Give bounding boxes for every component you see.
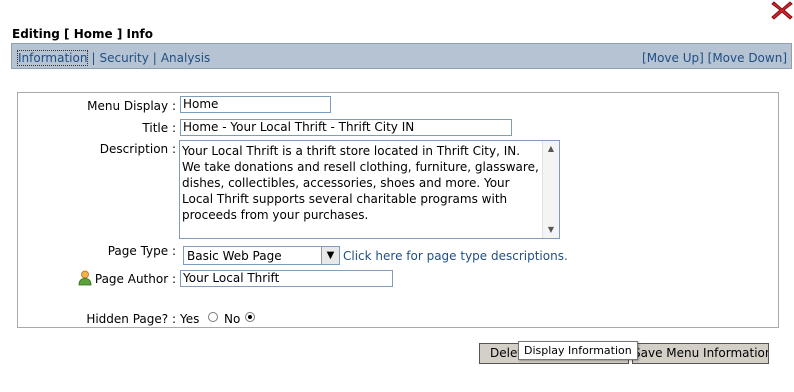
page-title: Editing [ Home ] Info bbox=[12, 27, 153, 41]
description-label: Description : bbox=[99, 142, 176, 156]
move-down-link[interactable]: [Move Down] bbox=[708, 51, 787, 65]
hidden-yes-label: Yes bbox=[180, 312, 200, 326]
close-icon[interactable] bbox=[770, 0, 794, 20]
page-author-input[interactable]: Your Local Thrift bbox=[180, 270, 393, 287]
move-up-link[interactable]: [Move Up] bbox=[642, 51, 704, 65]
menu-display-input[interactable]: Home bbox=[180, 96, 331, 113]
page-type-select[interactable]: Basic Web Page ▼ bbox=[183, 246, 340, 265]
description-scrollbar[interactable]: ▲ ▼ bbox=[542, 141, 559, 238]
tab-separator: | bbox=[91, 51, 96, 65]
save-menu-button[interactable]: Save Menu Information bbox=[632, 343, 769, 364]
page-type-help-link[interactable]: Click here for page type descriptions. bbox=[343, 249, 568, 263]
tab-analysis[interactable]: Analysis bbox=[161, 51, 210, 65]
hidden-page-label: Hidden Page? : bbox=[86, 312, 176, 326]
tab-information[interactable]: Information bbox=[16, 50, 89, 66]
scroll-up-icon[interactable]: ▲ bbox=[543, 141, 559, 157]
chevron-down-icon[interactable]: ▼ bbox=[321, 247, 339, 264]
page-author-label: Page Author : bbox=[94, 272, 176, 286]
scroll-down-icon[interactable]: ▼ bbox=[543, 222, 559, 238]
tooltip: Display Information bbox=[518, 341, 638, 360]
page-type-label: Page Type : bbox=[107, 244, 176, 258]
tab-separator: | bbox=[152, 51, 157, 65]
hidden-no-radio[interactable] bbox=[245, 312, 255, 322]
title-label: Title : bbox=[142, 121, 176, 135]
title-input[interactable]: Home - Your Local Thrift - Thrift City I… bbox=[180, 119, 512, 136]
page-type-selected: Basic Web Page bbox=[187, 249, 282, 263]
hidden-no-label: No bbox=[224, 312, 241, 326]
hidden-yes-radio[interactable] bbox=[208, 312, 218, 322]
tab-bar: Information | Security | Analysis [Move Up] … bbox=[11, 43, 792, 69]
menu-display-label: Menu Display : bbox=[87, 99, 176, 113]
description-text: Your Local Thrift is a thrift store loca… bbox=[182, 144, 539, 222]
description-textarea[interactable]: Your Local Thrift is a thrift store loca… bbox=[179, 140, 560, 239]
tab-security[interactable]: Security bbox=[100, 51, 149, 65]
